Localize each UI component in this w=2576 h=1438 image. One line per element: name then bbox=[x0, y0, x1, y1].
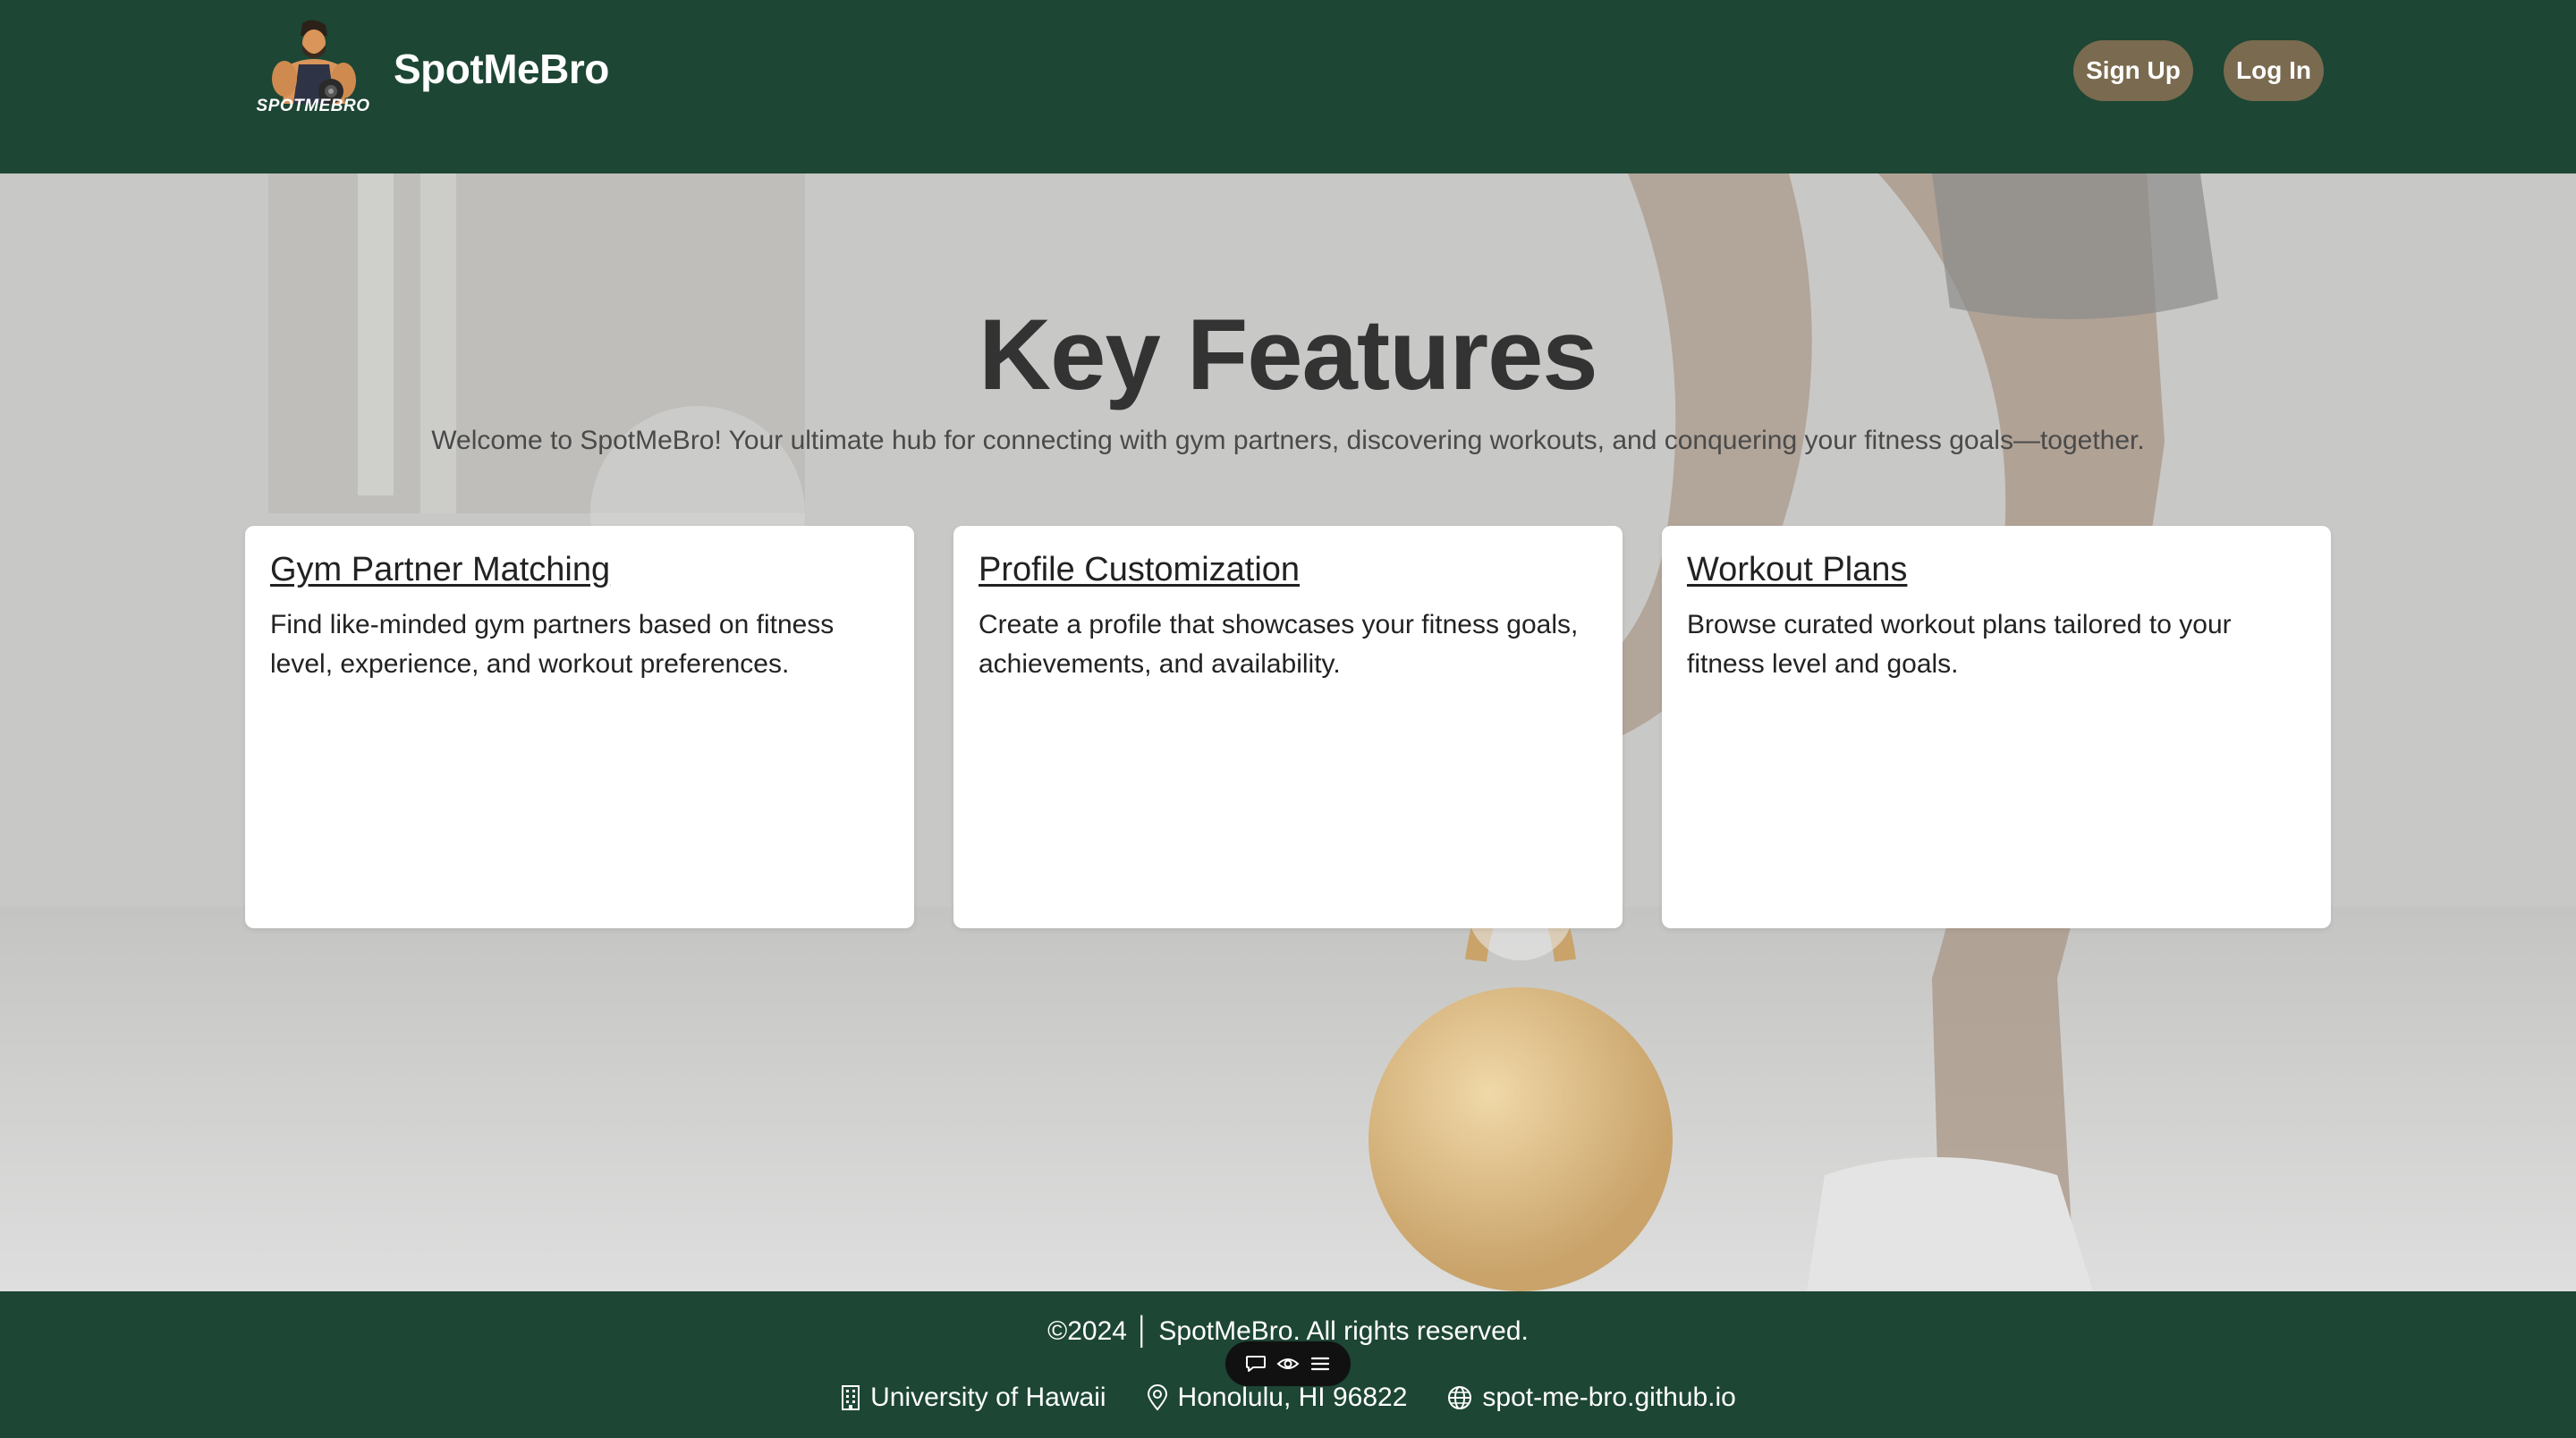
page-title: Key Features bbox=[979, 299, 1597, 410]
footer-website: spot-me-bro.github.io bbox=[1446, 1383, 1736, 1413]
brand-name[interactable]: SpotMeBro bbox=[394, 45, 609, 93]
feature-card-workout-plans: Workout Plans Browse curated workout pla… bbox=[1662, 526, 2331, 928]
sign-up-button[interactable]: Sign Up bbox=[2073, 40, 2193, 101]
footer-info-row: University of Hawaii Honolulu, HI 96822 … bbox=[0, 1383, 2576, 1413]
comment-icon[interactable] bbox=[1243, 1351, 1268, 1376]
map-pin-icon bbox=[1147, 1384, 1167, 1411]
location-text: Honolulu, HI 96822 bbox=[1177, 1383, 1408, 1412]
university-text: University of Hawaii bbox=[870, 1383, 1106, 1412]
feature-card-title-link[interactable]: Workout Plans bbox=[1687, 551, 2306, 589]
eye-icon[interactable] bbox=[1275, 1351, 1301, 1376]
footer-location: Honolulu, HI 96822 bbox=[1146, 1383, 1408, 1413]
log-in-button[interactable]: Log In bbox=[2224, 40, 2324, 101]
floating-toolbar bbox=[1225, 1341, 1351, 1386]
feature-card-gym-partner-matching: Gym Partner Matching Find like-minded gy… bbox=[245, 526, 914, 928]
building-icon bbox=[842, 1385, 860, 1410]
feature-card-description: Find like-minded gym partners based on f… bbox=[270, 610, 835, 679]
feature-card-title-link[interactable]: Gym Partner Matching bbox=[270, 551, 889, 589]
feature-card-description: Browse curated workout plans tailored to… bbox=[1687, 610, 2232, 679]
feature-card-profile-customization: Profile Customization Create a profile t… bbox=[953, 526, 1623, 928]
brand-logo[interactable]: SPOTMEBRO bbox=[245, 18, 381, 123]
logo-text: SPOTMEBRO bbox=[256, 97, 370, 115]
page-subtitle: Welcome to SpotMeBro! Your ultimate hub … bbox=[431, 426, 2145, 455]
menu-icon[interactable] bbox=[1308, 1351, 1333, 1376]
feature-card-title-link[interactable]: Profile Customization bbox=[979, 551, 1597, 589]
website-link[interactable]: spot-me-bro.github.io bbox=[1482, 1383, 1735, 1413]
feature-card-description: Create a profile that showcases your fit… bbox=[979, 610, 1579, 679]
globe-icon bbox=[1448, 1386, 1472, 1409]
site-header: SPOTMEBRO SpotMeBro Sign Up Log In bbox=[0, 0, 2576, 173]
hero-section: Key Features Welcome to SpotMeBro! Your … bbox=[0, 173, 2576, 1291]
footer-university: University of Hawaii bbox=[840, 1383, 1106, 1413]
